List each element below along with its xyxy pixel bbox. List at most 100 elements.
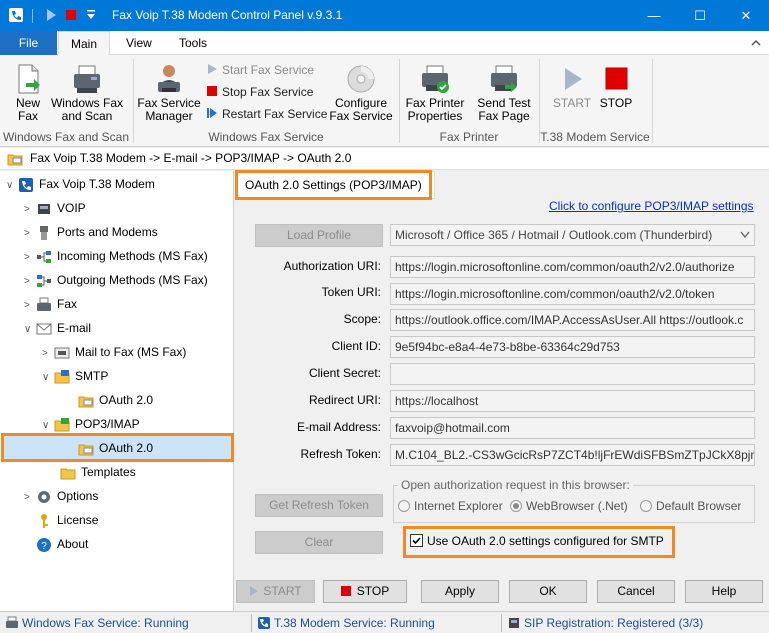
ribbon-start-button[interactable]: START — [552, 63, 592, 110]
ribbon-tabs: File Main View Tools — [0, 31, 769, 56]
tree-label: E-mail — [57, 321, 92, 335]
app-phone-icon — [9, 8, 23, 22]
email-icon — [36, 323, 52, 335]
sip-status-icon — [509, 618, 519, 628]
redirect-uri-field[interactable]: https://localhost — [390, 390, 755, 412]
stop-fax-service-button[interactable]: Stop Fax Service — [206, 85, 313, 99]
cancel-button[interactable]: Cancel — [597, 580, 675, 603]
get-refresh-token-button[interactable]: Get Refresh Token — [255, 494, 383, 517]
tab-tools[interactable]: Tools — [167, 31, 219, 55]
tree-label: Templates — [81, 465, 136, 479]
fax-machine-icon — [74, 65, 100, 93]
expand-arrow-icon[interactable]: > — [42, 343, 54, 365]
tree-item-root[interactable]: ∨ Fax Voip T.38 Modem — [6, 173, 155, 195]
fax-service-manager-button[interactable]: Fax Service Manager — [136, 63, 202, 123]
configure-fax-service-button[interactable]: Configure Fax Service — [326, 63, 396, 123]
tree-item-pop3-imap[interactable]: ∨ POP3/IMAP — [42, 413, 140, 435]
navigation-tree: ∨ Fax Voip T.38 Modem > VOIP > Ports and Mo… — [0, 171, 234, 611]
radio-default-browser[interactable]: Default Browser — [640, 499, 741, 513]
tree-item-fax[interactable]: > Fax — [24, 293, 77, 315]
expand-arrow-icon[interactable]: > — [24, 271, 36, 293]
start-quick-icon[interactable] — [44, 7, 58, 23]
radio-internet-explorer[interactable]: Internet Explorer — [398, 499, 503, 513]
settings-panel: OAuth 2.0 Settings (POP3/IMAP) Click to … — [235, 170, 769, 575]
collapse-arrow-icon[interactable]: ∨ — [42, 367, 54, 389]
phone-icon — [19, 177, 33, 192]
expand-arrow-icon[interactable]: > — [24, 199, 36, 221]
email-address-label: E-mail Address: — [296, 420, 381, 434]
checkbox-checked-icon — [410, 534, 423, 547]
ribbon-collapse-icon[interactable] — [750, 37, 762, 49]
ribbon-stop-button[interactable]: STOP — [596, 63, 636, 110]
send-test-fax-page-button[interactable]: Send Test Fax Page — [471, 63, 537, 123]
restart-icon — [207, 108, 217, 118]
expand-arrow-icon[interactable]: > — [24, 295, 36, 317]
collapse-arrow-icon[interactable]: ∨ — [6, 175, 18, 197]
tab-file[interactable]: File — [0, 31, 57, 55]
refresh-token-field[interactable]: M.C104_BL2.-CS3wGcicRsP7ZCT4b!ljFrEWdiSF… — [390, 444, 755, 466]
fax-printer-properties-button[interactable]: Fax Printer Properties — [402, 63, 468, 123]
tree-item-smtp-oauth[interactable]: OAuth 2.0 — [78, 389, 153, 411]
stop-quick-icon[interactable] — [64, 7, 78, 23]
minimize-button[interactable]: — — [631, 0, 677, 31]
send-test-fax-page-label: Send Test Fax Page — [477, 96, 531, 123]
oauth-folder-icon — [78, 444, 94, 456]
start-fax-service-button[interactable]: Start Fax Service — [206, 63, 314, 77]
ok-button[interactable]: OK — [509, 580, 587, 603]
expand-arrow-icon[interactable]: > — [24, 487, 36, 509]
tree-item-smtp[interactable]: ∨ SMTP — [42, 365, 108, 387]
tree-item-voip[interactable]: > VOIP — [24, 197, 86, 219]
tree-item-incoming-methods[interactable]: > Incoming Methods (MS Fax) — [24, 245, 208, 267]
tree-label: OAuth 2.0 — [99, 393, 154, 407]
stop-icon — [340, 586, 351, 596]
load-profile-button[interactable]: Load Profile — [255, 224, 383, 247]
tree-item-outgoing-methods[interactable]: > Outgoing Methods (MS Fax) — [24, 269, 208, 291]
restart-fax-service-button[interactable]: Restart Fax Service — [206, 107, 327, 121]
restart-fax-service-label: Restart Fax Service — [222, 107, 328, 121]
tree-item-email[interactable]: ∨ E-mail — [24, 317, 91, 339]
email-address-field[interactable]: faxvoip@hotmail.com — [390, 417, 755, 439]
tree-item-mail-to-fax[interactable]: > Mail to Fax (MS Fax) — [42, 341, 186, 363]
profile-select[interactable]: Microsoft / Office 365 / Hotmail / Outlo… — [390, 224, 755, 246]
expand-arrow-icon[interactable]: > — [24, 247, 36, 269]
apply-button[interactable]: Apply — [421, 580, 499, 603]
group-label-t38-modem-service: T.38 Modem Service — [540, 130, 650, 144]
phone-status-icon — [258, 617, 270, 629]
tree-item-templates[interactable]: Templates — [60, 461, 136, 483]
customize-quick-access-icon[interactable] — [84, 7, 98, 23]
tree-item-license[interactable]: License — [24, 509, 98, 531]
start-button[interactable]: START — [236, 580, 315, 603]
new-fax-icon — [18, 64, 40, 94]
tree-item-ports-modems[interactable]: > Ports and Modems — [24, 221, 158, 243]
client-id-field[interactable]: 9e5f94bc-e8a4-4e73-b8be-63364c29d753 — [390, 336, 755, 358]
new-fax-label: New Fax — [15, 96, 40, 123]
new-fax-button[interactable]: New Fax — [6, 63, 50, 123]
voip-phone-icon — [38, 203, 50, 214]
pop3-folder-icon — [54, 417, 70, 432]
radio-webbrowser-net[interactable]: WebBrowser (.Net) — [510, 499, 628, 513]
tree-item-pop3-oauth[interactable]: OAuth 2.0 — [78, 437, 153, 459]
redirect-uri-label: Redirect URI: — [308, 393, 381, 407]
help-button[interactable]: Help — [685, 580, 763, 603]
client-secret-field[interactable] — [390, 363, 755, 385]
token-uri-field[interactable]: https://login.microsoftonline.com/common… — [390, 283, 755, 305]
tab-main[interactable]: Main — [58, 31, 111, 56]
tree-item-about[interactable]: ? About — [24, 533, 88, 555]
tree-item-options[interactable]: > Options — [24, 485, 98, 507]
auth-uri-field[interactable]: https://login.microsoftonline.com/common… — [390, 256, 755, 278]
stop-button[interactable]: STOP — [323, 580, 407, 603]
scope-field[interactable]: https://outlook.office.com/IMAP.AccessAs… — [390, 309, 755, 331]
windows-fax-scan-button[interactable]: Windows Fax and Scan — [50, 63, 124, 123]
maximize-button[interactable]: ☐ — [677, 0, 723, 31]
token-uri-label: Token URI: — [321, 285, 381, 299]
ribbon-stop-label: STOP — [599, 96, 633, 110]
fax-service-manager-label: Fax Service Manager — [137, 96, 201, 123]
collapse-arrow-icon[interactable]: ∨ — [24, 319, 36, 341]
use-smtp-oauth-checkbox[interactable]: Use OAuth 2.0 settings configured for SM… — [410, 534, 664, 548]
client-id-label: Client ID: — [331, 339, 381, 353]
close-button[interactable]: ✕ — [723, 0, 769, 31]
tab-view[interactable]: View — [114, 31, 164, 55]
expand-arrow-icon[interactable]: > — [24, 223, 36, 245]
clear-button[interactable]: Clear — [255, 531, 383, 554]
configure-pop3-link[interactable]: Click to configure POP3/IMAP settings — [549, 199, 754, 213]
